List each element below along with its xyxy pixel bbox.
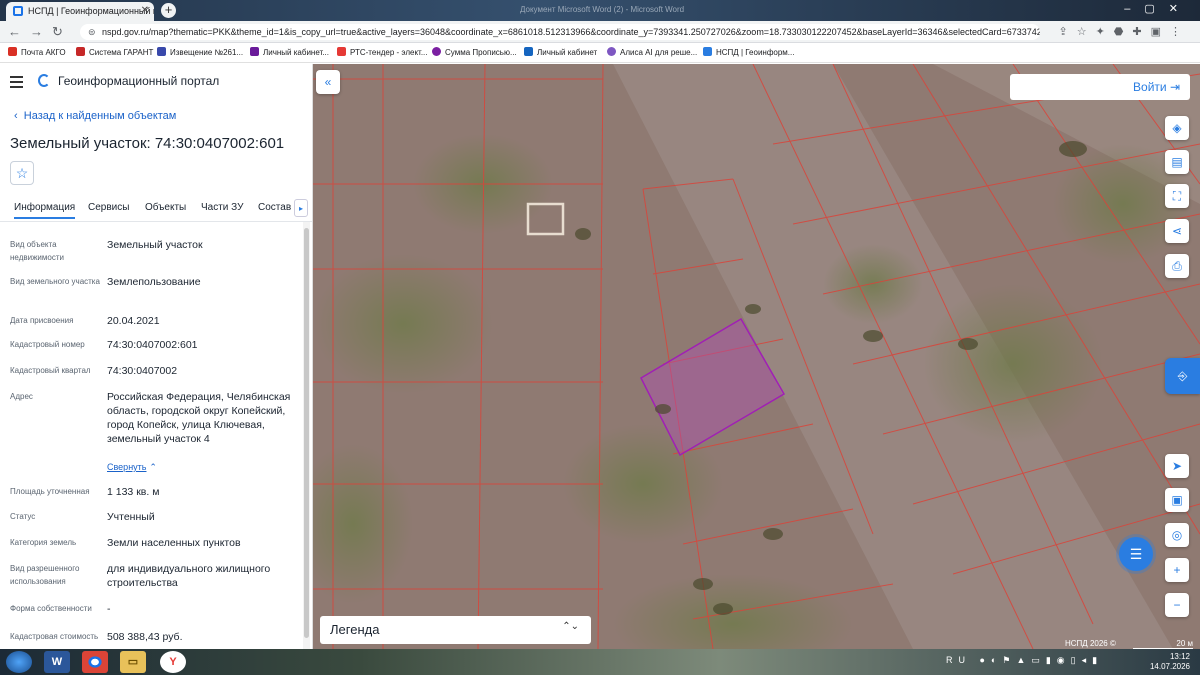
collapse-link[interactable]: Свернуть <box>107 462 146 472</box>
bookmarks-bar: Почта АКГО Система ГАРАНТ Извещение №261… <box>0 43 1200 63</box>
print-icon[interactable]: ⎙ <box>1165 254 1189 278</box>
tray-icons[interactable]: RU ●◐⚑▲▭▮◉▯◂▮ <box>946 655 1103 666</box>
location-icon[interactable]: ◎ <box>1165 523 1189 547</box>
select-area-icon[interactable]: ⛶ <box>1165 184 1189 208</box>
zoom-in-button[interactable]: + <box>1165 558 1189 582</box>
map-copyright: НСПД 2026 © <box>1065 639 1116 648</box>
url-text: nspd.gov.ru/map?thematic=PKK&theme_id=1&… <box>102 27 1040 37</box>
object-title: Земельный участок: 74:30:0407002:601 <box>10 135 285 152</box>
tab-title: НСПД | Геоинформационный п <box>28 6 154 16</box>
address-bar-row: ← → ↻ ⊜ nspd.gov.ru/map?thematic=PKK&the… <box>0 21 1200 43</box>
back-to-results-link[interactable]: ‹ Назад к найденным объектам <box>14 110 176 122</box>
url-field[interactable]: ⊜ nspd.gov.ru/map?thematic=PKK&theme_id=… <box>80 24 1040 40</box>
object-info-panel: Геоинформационный портал ‹ Назад к найде… <box>0 64 313 649</box>
bookmark-item[interactable]: Система ГАРАНТ <box>76 47 153 57</box>
collapse-panel-button[interactable]: « <box>316 70 340 94</box>
chrome-icon[interactable] <box>82 651 108 673</box>
clock[interactable]: 13:12 14.07.2026 <box>1150 652 1190 672</box>
reload-icon[interactable]: ↻ <box>52 24 63 40</box>
explorer-icon[interactable]: ▭ <box>120 651 146 673</box>
zoom-out-button[interactable]: − <box>1165 593 1189 617</box>
back-icon[interactable]: ← <box>8 24 21 39</box>
windows-taskbar: W ▭ Y RU ●◐⚑▲▭▮◉▯◂▮ 13:12 14.07.2026 <box>0 649 1200 675</box>
bookmark-item[interactable]: Сумма Прописью... <box>432 47 517 57</box>
extension-icons[interactable]: ⇪☆✦⬣✚▣⋮ <box>1058 25 1190 38</box>
forward-icon[interactable]: → <box>30 24 43 39</box>
bookmark-item[interactable]: РТС-тендер - элект... <box>337 47 427 57</box>
layers-icon[interactable]: ◈ <box>1165 116 1189 140</box>
bookmark-item[interactable]: Личный кабинет <box>524 47 597 57</box>
nspd-favicon-icon <box>13 6 23 16</box>
browser-tab-bar: НСПД | Геоинформационный п ✕ + Документ … <box>0 0 1200 21</box>
portal-logo-icon <box>38 74 50 87</box>
menu-icon[interactable] <box>10 76 23 91</box>
word-icon[interactable]: W <box>44 651 70 673</box>
map-view[interactable]: « Войти ⇥ ◈ ▤ ⛶ ⋖ ⎙ ⎆ ➤ ▣ ◎ + − ☰ Легенд… <box>313 64 1200 649</box>
satellite-map <box>313 64 1200 649</box>
navigate-icon[interactable]: ➤ <box>1165 454 1189 478</box>
tab-composition[interactable]: Состав <box>258 202 291 213</box>
updown-chevron-icon: ⌃⌄ <box>562 621 579 632</box>
login-button[interactable]: Войти ⇥ <box>1010 74 1190 100</box>
close-tab-icon[interactable]: ✕ <box>141 5 149 16</box>
window-controls[interactable]: –▢✕ <box>1124 2 1192 15</box>
tab-objects[interactable]: Объекты <box>145 202 186 213</box>
new-tab-button[interactable]: + <box>161 3 176 18</box>
yandex-browser-icon[interactable]: Y <box>160 651 186 673</box>
window-title: Документ Microsoft Word (2) - Microsoft … <box>520 5 685 14</box>
tab-services[interactable]: Сервисы <box>88 202 129 213</box>
portal-title: Геоинформационный портал <box>58 74 220 88</box>
bookmark-item[interactable]: Почта АКГО <box>8 47 66 57</box>
start-button-icon[interactable] <box>6 651 32 673</box>
tabs-scroll-right-icon[interactable]: ▸ <box>294 199 308 217</box>
site-info-icon[interactable]: ⊜ <box>88 27 96 38</box>
map-scale: 20 м <box>1133 639 1193 649</box>
basemap-icon[interactable]: ▣ <box>1165 488 1189 512</box>
info-tabs: Информация Сервисы Объекты Части ЗУ Сост… <box>0 198 312 222</box>
bookmark-item[interactable]: НСПД | Геоинформ... <box>703 47 794 57</box>
legend-dropdown[interactable]: Легенда ⌃⌄ <box>320 616 591 644</box>
bookmark-item[interactable]: Алиса AI для реше... <box>607 47 697 57</box>
browser-tab[interactable]: НСПД | Геоинформационный п ✕ <box>6 2 154 21</box>
bookmark-item[interactable]: Извещение №261... <box>157 47 243 57</box>
tab-parts[interactable]: Части ЗУ <box>201 202 243 213</box>
chat-assistant-icon[interactable]: ☰ <box>1119 537 1153 571</box>
share-icon[interactable]: ⋖ <box>1165 219 1189 243</box>
panel-scrollbar[interactable] <box>303 222 310 649</box>
cadastral-service-icon[interactable]: ⎆ <box>1165 358 1200 394</box>
bookmark-item[interactable]: Личный кабинет... <box>250 47 329 57</box>
chevron-up-icon: ⌃ <box>149 462 157 472</box>
tab-info[interactable]: Информация <box>14 202 76 219</box>
favorite-star-button[interactable]: ☆ <box>10 161 34 185</box>
ruler-icon[interactable]: ▤ <box>1165 150 1189 174</box>
